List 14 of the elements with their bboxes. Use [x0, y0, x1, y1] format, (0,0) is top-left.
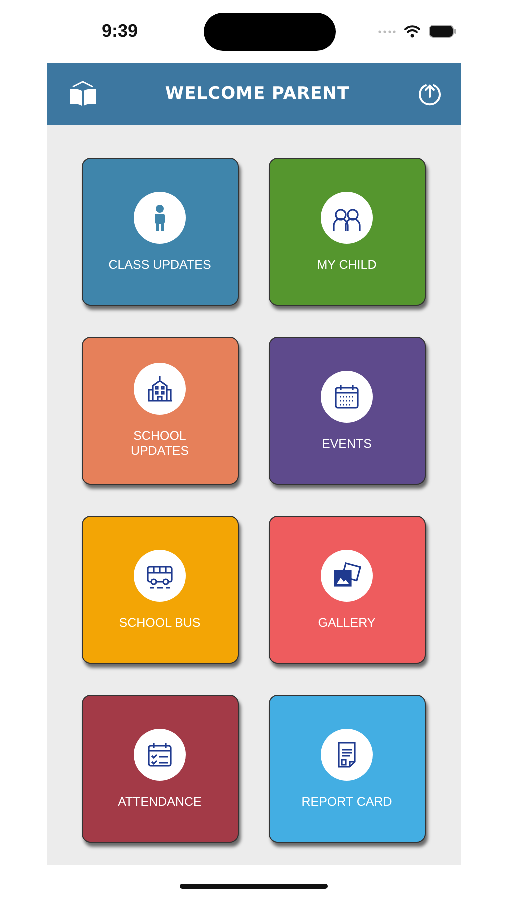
- menu-tile[interactable]: CLASS UPDATES: [82, 158, 238, 306]
- menu-tile[interactable]: GALLERY: [268, 516, 426, 664]
- menu-tile[interactable]: SCHOOL BUS: [82, 516, 238, 664]
- signal-icon: [378, 30, 396, 34]
- status-time: 9:39: [102, 21, 140, 42]
- battery-icon: [429, 25, 457, 38]
- menu-tile[interactable]: EVENTS: [268, 337, 426, 485]
- menu-tile[interactable]: REPORT CARD: [268, 695, 426, 843]
- menu-tile[interactable]: ATTENDANCE: [82, 695, 238, 843]
- menu-tile[interactable]: SCHOOL UPDATES: [82, 337, 238, 485]
- header-title: WELCOME PARENT: [165, 84, 350, 104]
- menu-tile[interactable]: MY CHILD: [268, 158, 426, 306]
- school-building-icon: [145, 374, 175, 404]
- wifi-icon: [404, 25, 421, 38]
